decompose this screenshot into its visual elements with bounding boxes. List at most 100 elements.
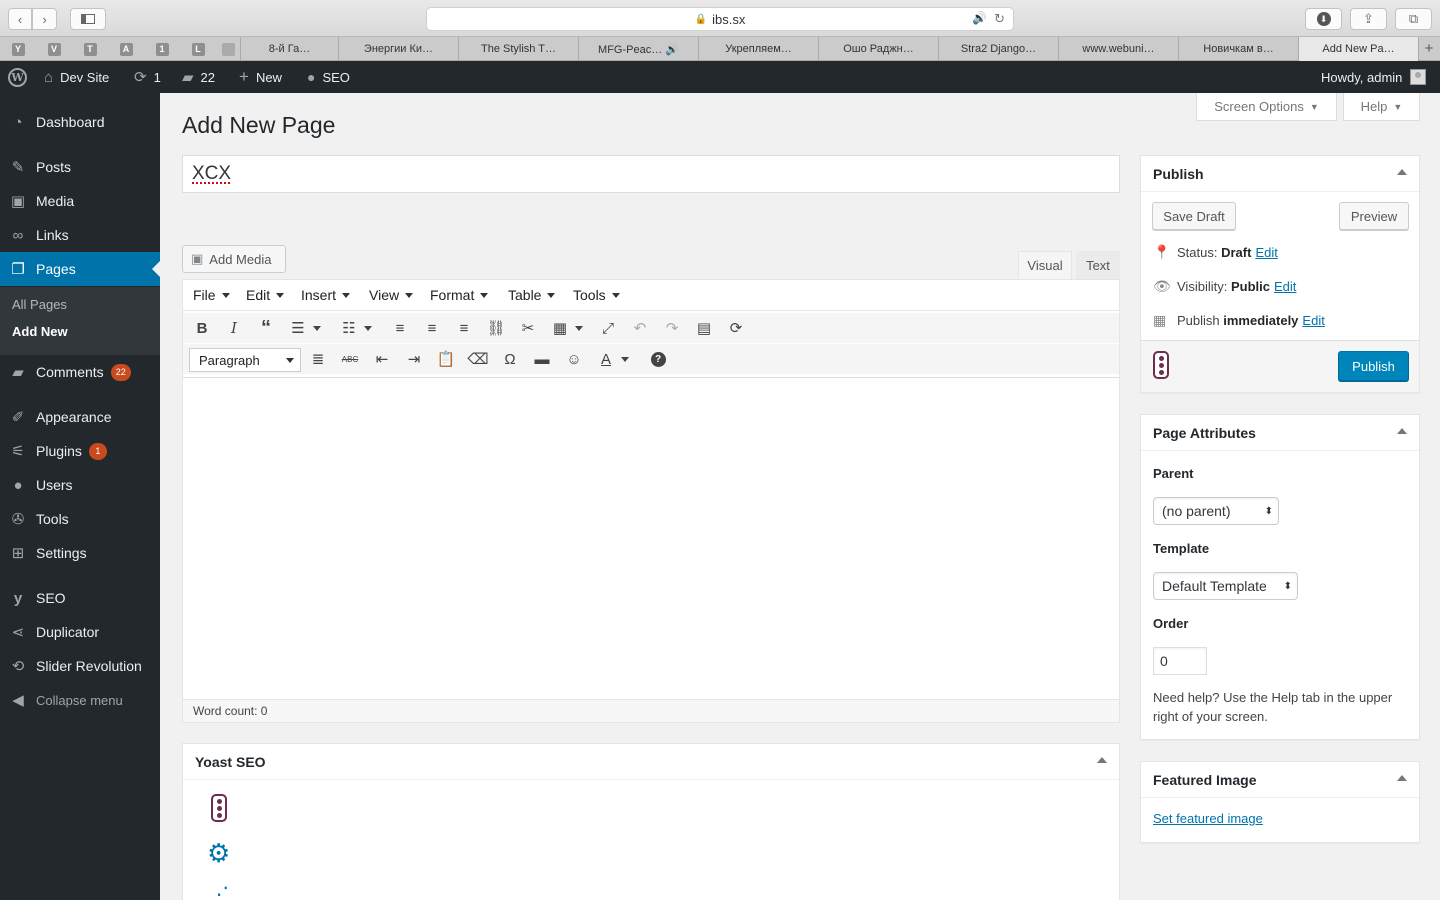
numbered-list-icon[interactable]: ☷ [338, 317, 372, 339]
sidebar-item-plugins[interactable]: ⚟ Plugins 1 [0, 434, 160, 468]
speaker-icon[interactable]: 🔊 [972, 11, 987, 25]
italic-icon[interactable]: I [223, 317, 245, 339]
menu-table[interactable]: Table [508, 287, 555, 303]
toolbar-toggle-icon[interactable]: ▤ [693, 317, 715, 339]
sidebar-item-links[interactable]: ∞ Links [0, 218, 160, 252]
align-center-icon[interactable]: ≡ [421, 317, 443, 339]
bold-icon[interactable]: B [191, 317, 213, 339]
browser-tab[interactable]: 8-й Га… [241, 37, 339, 61]
pinned-tab[interactable]: V [36, 37, 72, 61]
title-input[interactable]: XCX [182, 155, 1120, 193]
menu-format[interactable]: Format [430, 287, 488, 303]
back-button[interactable]: ‹ [8, 8, 32, 30]
redo-icon[interactable]: ↷ [661, 317, 683, 339]
forward-button[interactable]: › [32, 8, 57, 30]
browser-tab[interactable]: Энергии Ки… [339, 37, 459, 61]
yoast-seo-header[interactable]: Yoast SEO [183, 744, 1119, 780]
help-icon[interactable]: ? [647, 348, 669, 370]
updates-link[interactable]: ⟳ 1 [134, 61, 161, 93]
edit-status-link[interactable]: Edit [1255, 245, 1277, 260]
submenu-item-add-new[interactable]: Add New [12, 324, 68, 339]
screen-options-button[interactable]: Screen Options ▼ [1196, 93, 1337, 121]
menu-insert[interactable]: Insert [301, 287, 350, 303]
refresh-icon[interactable]: ⟳ [725, 317, 747, 339]
order-input[interactable]: 0 [1153, 647, 1207, 675]
tab-visual[interactable]: Visual [1018, 251, 1072, 280]
undo-icon[interactable]: ↶ [629, 317, 651, 339]
downloads-button[interactable]: ⬇ [1305, 8, 1342, 30]
preview-button[interactable]: Preview [1339, 202, 1409, 230]
align-right-icon[interactable]: ≡ [453, 317, 475, 339]
sidebar-item-posts[interactable]: ✎ Posts [0, 150, 160, 184]
share-button[interactable]: ⇪ [1350, 8, 1387, 30]
gear-icon[interactable]: ⚙ [207, 838, 230, 869]
omega-icon[interactable]: Ω [499, 348, 521, 370]
justify-icon[interactable]: ≣ [307, 348, 329, 370]
publish-button[interactable]: Publish [1338, 351, 1409, 381]
browser-tab[interactable]: www.webuni… [1059, 37, 1179, 61]
template-select[interactable]: Default Template [1153, 572, 1298, 600]
table-icon[interactable]: ▦ [549, 317, 583, 339]
pinned-tab[interactable]: A [108, 37, 144, 61]
seo-link[interactable]: ● SEO [307, 61, 350, 93]
collapse-menu-button[interactable]: ◀ Collapse menu [0, 683, 160, 717]
new-content-link[interactable]: + New [239, 61, 282, 93]
browser-tab-active[interactable]: Add New Pa… [1299, 37, 1419, 61]
site-name-link[interactable]: ⌂ Dev Site [44, 61, 109, 93]
browser-tab[interactable]: MFG-Peac… 🔊 [579, 37, 699, 61]
sidebar-toggle-button[interactable] [70, 8, 106, 30]
wp-logo-button[interactable]: W [8, 61, 27, 93]
edit-schedule-link[interactable]: Edit [1302, 313, 1324, 328]
sidebar-item-pages[interactable]: ❐ Pages [0, 252, 160, 286]
align-left-icon[interactable]: ≡ [389, 317, 411, 339]
tabs-overview-button[interactable]: ⧉ [1395, 8, 1432, 30]
strikethrough-icon[interactable]: ABC [339, 348, 361, 370]
sidebar-item-comments[interactable]: ▰ Comments 22 [0, 355, 160, 389]
unlink-icon[interactable]: ✂ [517, 317, 539, 339]
edit-visibility-link[interactable]: Edit [1274, 279, 1296, 294]
account-link[interactable]: Howdy, admin [1321, 61, 1427, 93]
pinned-tab[interactable]: T [72, 37, 108, 61]
toggle-arrow-icon[interactable] [1397, 775, 1407, 781]
fullscreen-icon[interactable]: ⤢ [597, 317, 619, 339]
outdent-icon[interactable]: ⇤ [371, 348, 393, 370]
sidebar-item-dashboard[interactable]: ◔ Dashboard [0, 105, 160, 139]
page-attributes-header[interactable]: Page Attributes [1141, 415, 1419, 451]
bullet-list-icon[interactable]: ☰ [287, 317, 321, 339]
blockquote-icon[interactable]: “ [255, 317, 277, 339]
address-bar[interactable]: 🔒 ibs.sx 🔊 ↻ [426, 7, 1014, 31]
emoji-icon[interactable]: ☺ [563, 348, 585, 370]
browser-tab[interactable]: Stra2 Django… [939, 37, 1059, 61]
new-tab-button[interactable]: + [1419, 37, 1439, 60]
share-icon[interactable]: ⋰ [209, 882, 229, 900]
pinned-tab[interactable]: L [180, 37, 216, 61]
set-featured-image-link[interactable]: Set featured image [1153, 811, 1263, 826]
pinned-tab[interactable] [216, 37, 240, 61]
toggle-arrow-icon[interactable] [1397, 428, 1407, 434]
add-media-button[interactable]: ▣ Add Media [182, 245, 286, 273]
tab-text[interactable]: Text [1076, 251, 1120, 280]
pinned-tab[interactable]: Y [0, 37, 36, 61]
indent-icon[interactable]: ⇥ [403, 348, 425, 370]
featured-image-header[interactable]: Featured Image [1141, 762, 1419, 798]
eraser-icon[interactable]: ⌫ [467, 348, 489, 370]
publish-header[interactable]: Publish [1141, 156, 1419, 192]
sidebar-item-duplicator[interactable]: ⋖ Duplicator [0, 615, 160, 649]
menu-view[interactable]: View [369, 287, 413, 303]
menu-file[interactable]: File [193, 287, 230, 303]
save-draft-button[interactable]: Save Draft [1152, 202, 1236, 230]
format-select[interactable]: Paragraph [189, 348, 301, 372]
sidebar-item-users[interactable]: ● Users [0, 468, 160, 502]
toggle-arrow-icon[interactable] [1397, 169, 1407, 175]
text-color-icon[interactable]: A [595, 348, 629, 370]
link-icon[interactable]: ⛓ [485, 317, 507, 339]
browser-tab[interactable]: Ошо Раджн… [819, 37, 939, 61]
comments-link[interactable]: ▰ 22 [182, 61, 215, 93]
parent-select[interactable]: (no parent) [1153, 497, 1279, 525]
read-more-icon[interactable]: ▬ [531, 348, 553, 370]
browser-tab[interactable]: The Stylish T… [459, 37, 579, 61]
paste-text-icon[interactable]: 📋 [435, 348, 457, 370]
help-button[interactable]: Help ▼ [1343, 93, 1420, 121]
reload-icon[interactable]: ↻ [994, 11, 1005, 27]
sidebar-item-seo[interactable]: y SEO [0, 581, 160, 615]
